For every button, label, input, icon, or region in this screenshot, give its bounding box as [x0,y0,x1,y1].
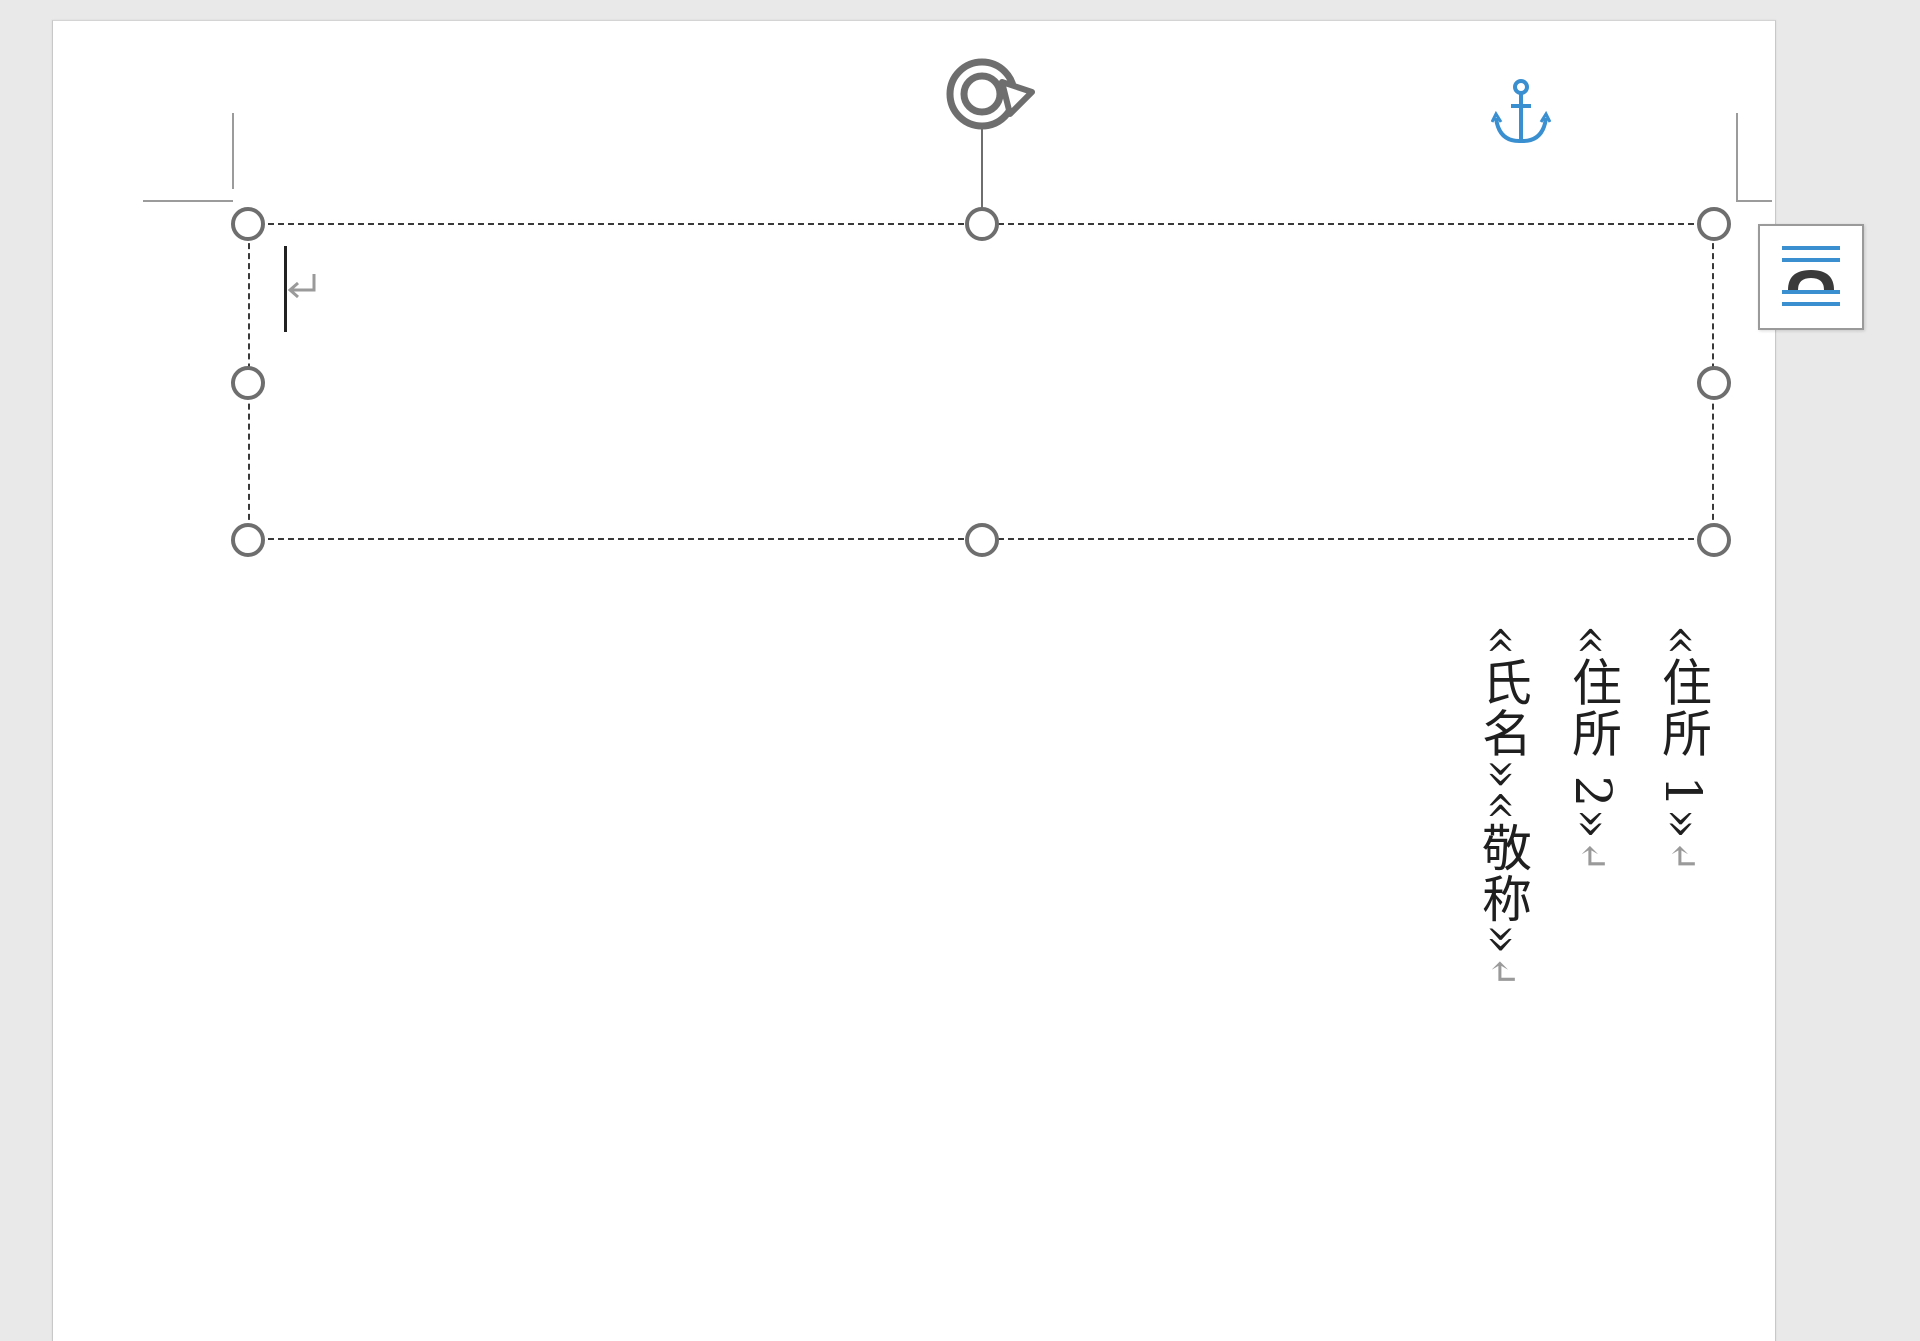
address-line-2: «住所 2»↵ [1564,625,1622,873]
resize-handle-top-left[interactable] [231,207,265,241]
resize-handle-middle-left[interactable] [231,366,265,400]
resize-handle-top-middle[interactable] [965,207,999,241]
resize-handle-top-right[interactable] [1697,207,1731,241]
merge-field-address-2: «住所 2» [1564,625,1622,840]
resize-handle-bottom-right[interactable] [1697,523,1731,557]
merge-field-address-1: «住所 1» [1654,625,1712,840]
recipient-name-line: «氏名»«敬称»↵ [1474,625,1532,989]
anchor-icon[interactable] [1490,78,1552,148]
resize-handle-bottom-left[interactable] [231,523,265,557]
layout-options-button[interactable] [1758,224,1864,330]
paragraph-mark: ↵ [1571,839,1615,873]
crop-mark-top-right-horizontal [1736,200,1772,202]
rotate-icon[interactable] [940,52,1038,136]
layout-options-icon [1782,246,1840,306]
paragraph-mark: ↵ [1661,839,1705,873]
resize-handle-middle-right[interactable] [1697,366,1731,400]
address-line-1: «住所 1»↵ [1654,625,1712,873]
merge-field-name-honorific: «氏名»«敬称» [1474,625,1532,956]
resize-handle-bottom-middle[interactable] [965,523,999,557]
textbox-paragraph-mark [286,272,318,306]
crop-mark-top-left-horizontal [143,200,233,202]
text-box-frame[interactable] [248,223,1714,540]
paragraph-mark: ↵ [1481,955,1525,989]
crop-mark-top-left-vertical [232,113,234,189]
crop-mark-top-right-vertical [1736,113,1738,201]
